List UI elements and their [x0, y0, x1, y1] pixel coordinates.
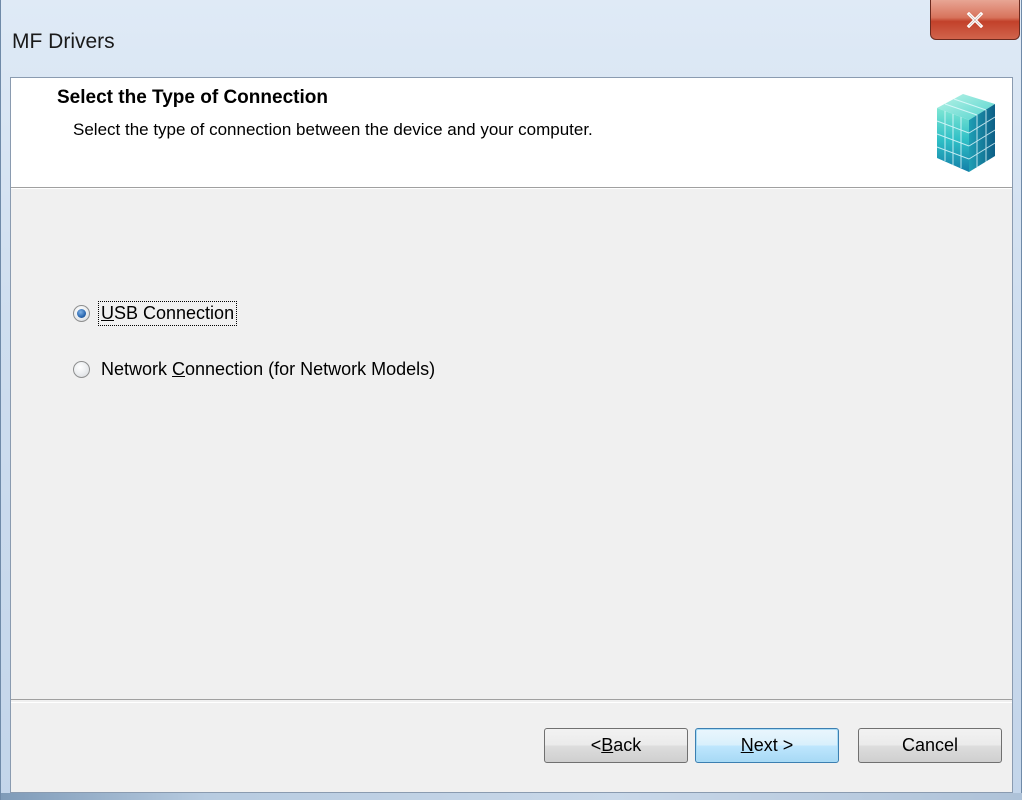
wizard-header: Select the Type of Connection Select the…: [11, 78, 1012, 188]
installer-window: MF Drivers Select the Type of Connection…: [0, 0, 1022, 800]
usb-connection-radio[interactable]: [73, 305, 90, 322]
page-subtitle: Select the type of connection between th…: [73, 120, 593, 139]
cube-grid-icon: [936, 94, 996, 172]
cancel-button[interactable]: Cancel: [858, 728, 1002, 763]
window-bottom-border: [1, 793, 1022, 800]
usb-connection-option[interactable]: USB Connection: [73, 301, 238, 326]
dialog-client-area: Select the Type of Connection Select the…: [10, 77, 1013, 793]
next-button[interactable]: Next >: [695, 728, 839, 763]
network-connection-radio[interactable]: [73, 361, 90, 378]
page-title: Select the Type of Connection: [57, 87, 328, 108]
close-icon: [966, 11, 984, 28]
window-title: MF Drivers: [12, 30, 115, 53]
back-button[interactable]: < Back: [544, 728, 688, 763]
network-connection-option[interactable]: Network Connection (for Network Models): [73, 358, 437, 381]
close-button[interactable]: [930, 0, 1020, 40]
footer-divider: [11, 699, 1012, 703]
title-bar[interactable]: MF Drivers: [1, 0, 1022, 80]
network-connection-label[interactable]: Network Connection (for Network Models): [99, 358, 437, 381]
usb-connection-label[interactable]: USB Connection: [97, 301, 238, 326]
